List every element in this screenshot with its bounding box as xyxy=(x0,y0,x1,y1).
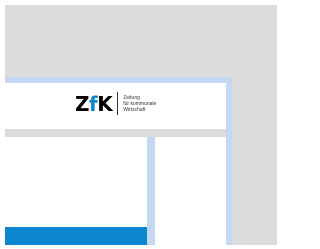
main-content-panel xyxy=(5,137,147,245)
site-header: ZfK Zeitung für kommunale Wirtschaft xyxy=(5,83,226,129)
tagline-line-3: Wirtschaft xyxy=(123,106,146,113)
accent-bar[interactable] xyxy=(5,227,147,245)
sidebar-panel xyxy=(155,137,226,245)
logo-letter-k: K xyxy=(97,91,113,116)
tagline-line-2: für kommunale xyxy=(123,100,157,107)
zfk-logo[interactable]: ZfK Zeitung für kommunale Wirtschaft xyxy=(75,92,156,115)
logo-divider xyxy=(117,92,119,115)
logo-tagline: Zeitung für kommunale Wirtschaft xyxy=(123,95,156,113)
logo-letter-z: Z xyxy=(75,91,90,116)
logo-letter-f: f xyxy=(89,91,98,116)
section-divider xyxy=(5,129,226,137)
logo-mark: ZfK xyxy=(75,91,113,116)
